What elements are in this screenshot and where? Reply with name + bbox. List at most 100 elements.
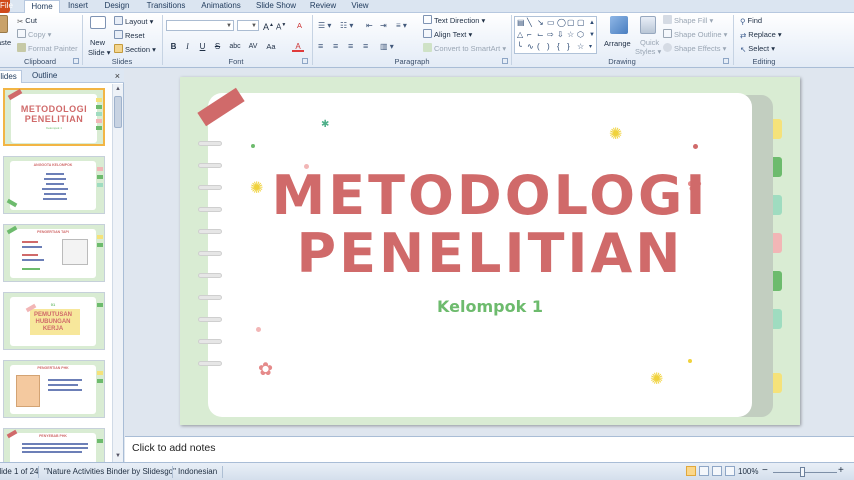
new-slide-icon[interactable] [90,16,106,29]
shapes-gallery[interactable]: ▤ ╲ ↘ ▭ ◯ ▢ ▢ △ ⌐ ⌙ ⇨ ⇩ ☆ ⬡ ╰ ∿ ( ) { } … [514,16,597,54]
paste-icon[interactable] [0,15,8,33]
font-launcher[interactable] [302,58,308,64]
rounded-rect-shape-icon[interactable]: ▢ [567,18,575,28]
brace-shape-icon[interactable]: { [557,42,560,52]
align-text-button[interactable]: Align Text ▾ [423,29,472,40]
rectangle-shape-icon[interactable]: ▭ [547,18,555,28]
increase-indent-button[interactable]: ⇥ [380,20,387,31]
align-center-button[interactable]: ≡ [333,41,338,52]
oval-shape-icon[interactable]: ◯ [557,18,566,28]
replace-button[interactable]: ⇄ Replace ▾ [740,29,782,40]
font-name-combo[interactable]: ▼ [166,20,234,31]
change-case-button[interactable]: Aa [264,41,278,52]
arrow-right-shape-icon[interactable]: ⇨ [547,30,554,40]
quick-styles-icon[interactable] [640,16,656,34]
align-left-button[interactable]: ≡ [318,41,323,52]
notes-placeholder[interactable]: Click to add notes [132,442,215,454]
bracket-shape-icon[interactable]: ) [547,42,550,52]
reading-view-icon[interactable] [712,466,722,476]
paste-button[interactable]: Paste [0,37,11,48]
grow-font-button[interactable]: A▲ [263,20,274,32]
tab-view[interactable]: View [346,0,374,13]
shape-outline-button[interactable]: Shape Outline ▾ [663,29,727,40]
slide[interactable]: ✱ ✺ ✺ ✿ ✿ ✺ METODOLOGI PENELITIAN Kelomp… [180,77,800,425]
font-color-button[interactable]: A [292,41,304,52]
slide-thumbnail-4[interactable]: 01 PEMUTUSAN HUBUNGAN KERJA [3,292,105,350]
section-button[interactable]: Section ▾ [114,44,156,55]
triangle-shape-icon[interactable]: △ [517,30,523,40]
curve-shape-icon[interactable]: ∿ [527,42,534,52]
format-painter-button[interactable]: Format Painter [17,43,78,54]
clipboard-launcher[interactable] [73,58,79,64]
tab-slides[interactable]: Slides [0,70,22,83]
tab-transitions[interactable]: Transitions [141,0,191,13]
tab-slide-show[interactable]: Slide Show [252,0,300,13]
tab-file[interactable]: File [0,0,13,13]
zoom-level[interactable]: 100% [738,466,758,478]
shape-fill-button[interactable]: Shape Fill ▾ [663,15,713,26]
tab-review[interactable]: Review [306,0,340,13]
slide-show-view-icon[interactable] [725,466,735,476]
brace-shape-icon[interactable]: } [567,42,570,52]
strikethrough-button[interactable]: S [212,41,223,52]
character-spacing-button[interactable]: AV [246,41,260,52]
clear-formatting-button[interactable]: A [297,20,302,31]
textbox-shape-icon[interactable]: ▤ [517,18,525,28]
bold-button[interactable]: B [168,41,179,52]
shape-effects-button[interactable]: Shape Effects ▾ [663,43,726,54]
notes-pane[interactable]: Click to add notes [125,436,854,462]
zoom-slider[interactable] [773,472,837,473]
align-right-button[interactable]: ≡ [348,41,353,52]
more-icon[interactable]: ▾ [589,42,592,52]
close-icon[interactable]: × [115,70,120,82]
rounded-rect-shape-icon[interactable]: ▢ [577,18,585,28]
paragraph-launcher[interactable] [502,58,508,64]
tab-outline[interactable]: Outline [28,70,61,83]
line-shape-icon[interactable]: ╲ [527,18,532,28]
decrease-indent-button[interactable]: ⇤ [366,20,373,31]
numbering-button[interactable]: ☷ ▾ [340,20,353,31]
star-shape-icon[interactable]: ☆ [577,42,584,52]
chevron-up-icon[interactable]: ▲ [589,18,595,28]
arrow-down-shape-icon[interactable]: ⇩ [557,30,564,40]
shrink-font-button[interactable]: A▼ [276,20,286,32]
chevron-down-icon[interactable]: ▼ [589,30,595,40]
arrange-button[interactable]: Arrange [604,38,631,49]
bullets-button[interactable]: ☰ ▾ [318,20,331,31]
underline-button[interactable]: U [197,41,208,52]
slide-thumbnail-6[interactable]: PENYEBAB PHK [3,428,105,462]
justify-button[interactable]: ≡ [363,41,368,52]
scroll-down-icon[interactable]: ▼ [114,452,122,461]
arrange-icon[interactable] [610,16,628,34]
bracket-shape-icon[interactable]: ( [537,42,540,52]
slide-thumbnail-1[interactable]: METODOLOGI PENELITIAN Kelompok 1 [3,88,105,146]
tab-animations[interactable]: Animations [196,0,246,13]
normal-view-icon[interactable] [686,466,696,476]
slide-title[interactable]: METODOLOGI PENELITIAN [260,167,720,283]
reset-button[interactable]: Reset [114,30,145,41]
slide-thumbnail-3[interactable]: PENGERTIAN TAPI [3,224,105,282]
convert-smartart-button[interactable]: Convert to SmartArt ▾ [423,43,506,54]
zoom-in-button[interactable]: + [838,465,844,477]
cut-button[interactable]: ✂ Cut [17,15,37,26]
tab-design[interactable]: Design [98,0,136,13]
arc-shape-icon[interactable]: ╰ [517,42,522,52]
thumbnail-scrollbar[interactable]: ▲ ▼ [112,84,123,462]
scrollbar-thumb[interactable] [114,96,122,128]
font-size-combo[interactable]: ▼ [237,20,259,31]
shadow-button[interactable]: abc [227,41,243,52]
slide-subtitle[interactable]: Kelompok 1 [340,297,640,316]
star-shape-icon[interactable]: ☆ [567,30,574,40]
slide-sorter-view-icon[interactable] [699,466,709,476]
line-spacing-button[interactable]: ≡ ▾ [396,20,407,31]
arrow-shape-icon[interactable]: ↘ [537,18,544,28]
language-indicator[interactable]: Indonesian [178,466,217,478]
zoom-slider-handle[interactable] [800,467,805,477]
text-direction-button[interactable]: Text Direction ▾ [423,15,485,26]
tab-insert[interactable]: Insert [62,0,94,13]
elbow-shape-icon[interactable]: ⌐ [527,30,532,40]
elbow-shape-icon[interactable]: ⌙ [537,30,544,40]
scroll-up-icon[interactable]: ▲ [114,85,122,94]
columns-button[interactable]: ▥ ▾ [380,41,394,52]
hexagon-shape-icon[interactable]: ⬡ [577,30,584,40]
